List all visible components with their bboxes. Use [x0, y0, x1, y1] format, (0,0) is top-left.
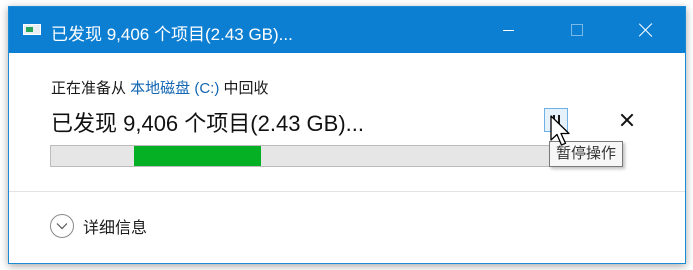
mouse-cursor-icon [550, 115, 570, 146]
maximize-button [554, 7, 600, 53]
file-operation-dialog: 已发现 9,406 个项目(2.43 GB)... 正在准备从 本地磁盘 (C:… [8, 6, 686, 264]
close-icon [621, 114, 633, 126]
recycle-operation-icon [23, 24, 41, 35]
divider [9, 191, 685, 192]
minimize-icon [502, 29, 514, 31]
cancel-button[interactable] [615, 108, 639, 132]
minimize-button[interactable] [485, 7, 531, 53]
operation-description: 正在准备从 本地磁盘 (C:) 中回收 [51, 77, 269, 98]
progress-bar-marquee [134, 146, 261, 166]
description-prefix: 正在准备从 [51, 80, 131, 97]
close-icon [639, 23, 653, 37]
more-details-button[interactable]: 详细信息 [50, 212, 147, 240]
source-location-link[interactable]: 本地磁盘 (C:) [130, 80, 219, 97]
title-bar[interactable]: 已发现 9,406 个项目(2.43 GB)... [9, 7, 685, 53]
progress-status-text: 已发现 9,406 个项目(2.43 GB)... [51, 111, 364, 136]
window-title: 已发现 9,406 个项目(2.43 GB)... [51, 25, 293, 44]
maximize-icon [571, 24, 583, 36]
description-suffix: 中回收 [219, 80, 269, 97]
more-details-label: 详细信息 [83, 220, 148, 237]
close-button[interactable] [623, 7, 669, 53]
chevron-down-icon [50, 214, 74, 238]
progress-bar [50, 145, 556, 167]
